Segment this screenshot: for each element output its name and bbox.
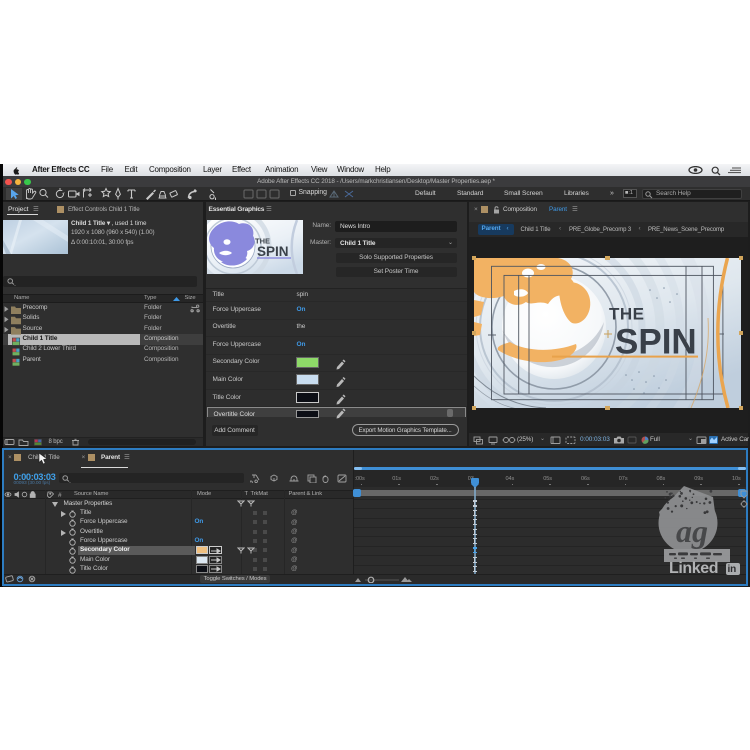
svg-text:THE: THE xyxy=(609,305,645,324)
svg-text:#: # xyxy=(58,492,62,498)
svg-text:SPIN: SPIN xyxy=(257,244,289,259)
svg-text:ag: ag xyxy=(676,513,708,549)
